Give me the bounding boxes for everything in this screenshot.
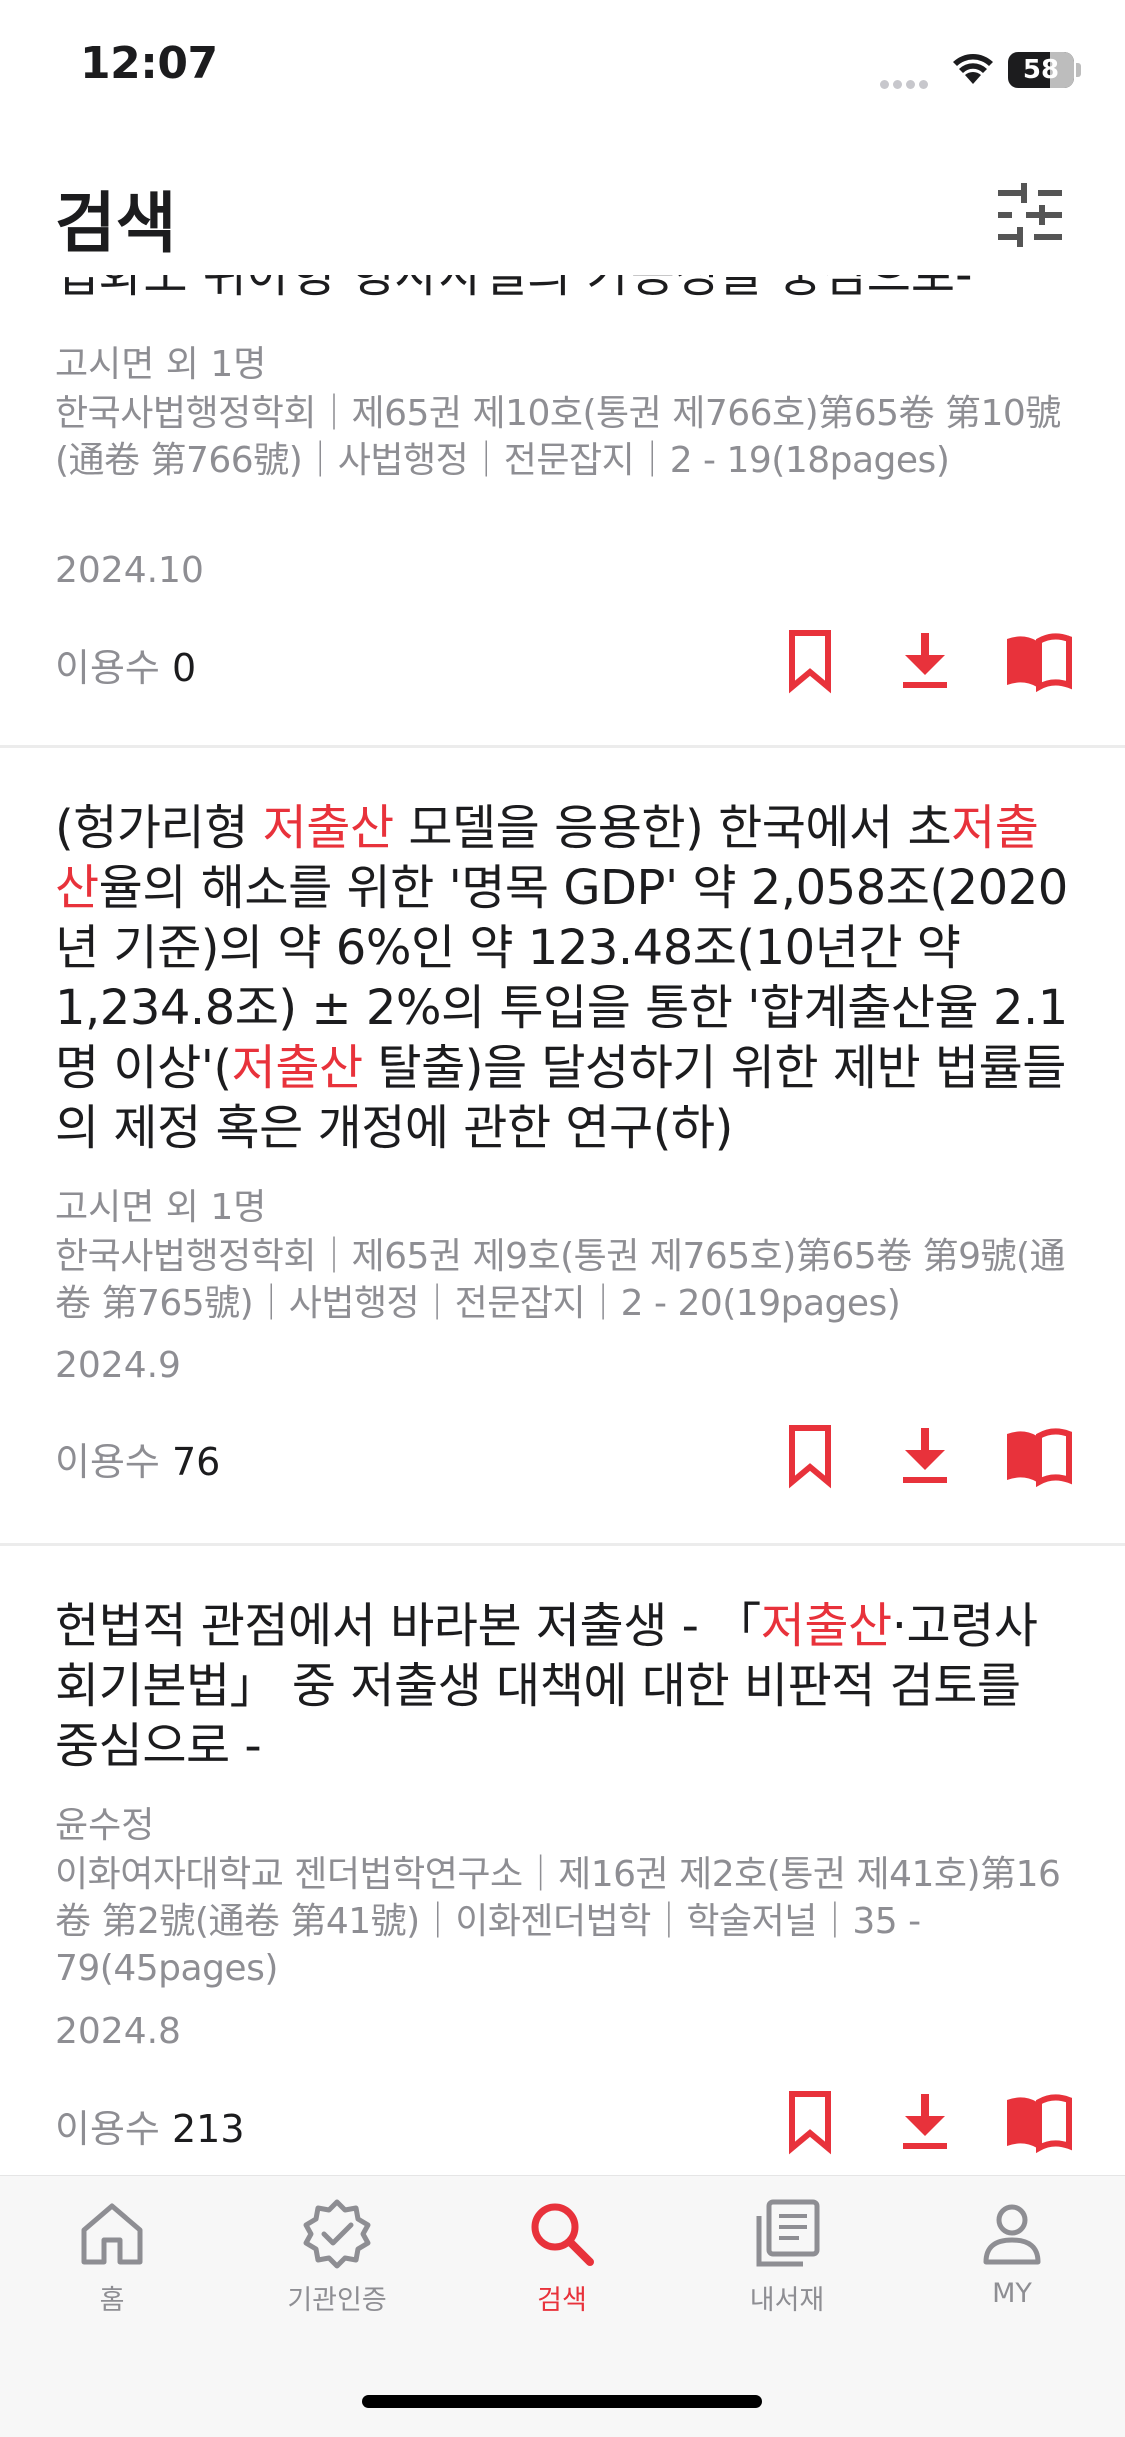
tab-label: 기관인증 bbox=[287, 2285, 387, 2316]
tab-label: 홈 bbox=[99, 2285, 125, 2316]
result-item[interactable]: 고시면 외 1명 한국사법행정학회｜제65권 제10호(통권 제766호)第65… bbox=[0, 275, 1125, 745]
title-text: (헝가리형 bbox=[55, 800, 263, 856]
result-date: 2024.8 bbox=[55, 2011, 181, 2052]
home-icon bbox=[81, 2203, 143, 2265]
result-item[interactable]: 헌법적 관점에서 바라본 저출생 - 「저출산·고령사회기본법」 중 저출생 대… bbox=[0, 1546, 1125, 2175]
result-author: 고시면 외 1명 bbox=[55, 344, 267, 385]
title-highlight: 저출산 bbox=[231, 1040, 363, 1096]
result-date: 2024.10 bbox=[55, 550, 204, 591]
title-highlight: 저출산 bbox=[760, 1598, 892, 1654]
search-icon bbox=[531, 2203, 594, 2266]
download-icon[interactable] bbox=[890, 2086, 960, 2156]
result-item[interactable]: (헝가리형 저출산 모델을 응용한) 한국에서 초저출산율의 해소를 위한 '명… bbox=[0, 748, 1125, 1543]
tab-verification[interactable]: 기관인증 bbox=[267, 2196, 407, 2346]
download-icon[interactable] bbox=[890, 625, 960, 695]
signal-dots-icon bbox=[880, 74, 932, 93]
result-meta: 한국사법행정학회｜제65권 제10호(통권 제766호)第65卷 第10號(通卷… bbox=[55, 393, 1061, 481]
result-author: 고시면 외 1명 bbox=[55, 1187, 267, 1228]
battery-tip bbox=[1076, 63, 1081, 77]
status-bar: 12:07 58 bbox=[0, 0, 1125, 140]
result-title[interactable]: 헌법적 관점에서 바라본 저출생 - 「저출산·고령사회기본법」 중 저출생 대… bbox=[55, 1596, 1075, 1776]
tab-library[interactable]: 내서재 bbox=[717, 2196, 857, 2346]
tab-label: 검색 bbox=[537, 2285, 587, 2316]
title-highlight: 저출산 bbox=[262, 800, 394, 856]
tab-my[interactable]: MY bbox=[942, 2196, 1082, 2346]
verified-badge-icon bbox=[303, 2199, 371, 2269]
person-icon bbox=[983, 2204, 1041, 2265]
result-actions bbox=[0, 2086, 1125, 2166]
result-actions bbox=[0, 625, 1125, 705]
result-meta: 이화여자대학교 젠더법학연구소｜제16권 제2호(통권 제41호)第16卷 第2… bbox=[55, 1854, 1061, 1989]
result-meta: 한국사법행정학회｜제65권 제9호(통권 제765호)第65卷 第9號(通卷 第… bbox=[55, 1236, 1066, 1324]
tab-search[interactable]: 검색 bbox=[492, 2196, 632, 2346]
open-book-icon[interactable] bbox=[1003, 1420, 1073, 1490]
tab-home[interactable]: 홈 bbox=[42, 2196, 182, 2346]
download-icon[interactable] bbox=[890, 1420, 960, 1490]
result-author: 윤수정 bbox=[55, 1805, 155, 1846]
result-actions bbox=[0, 1420, 1125, 1500]
battery-level: 58 bbox=[1022, 55, 1060, 85]
result-date: 2024.9 bbox=[55, 1345, 181, 1386]
page-title: 검색 bbox=[55, 185, 177, 262]
home-indicator[interactable] bbox=[362, 2395, 762, 2408]
battery-icon: 58 bbox=[1008, 52, 1074, 88]
result-title[interactable]: (헝가리형 저출산 모델을 응용한) 한국에서 초저출산율의 해소를 위한 '명… bbox=[55, 798, 1075, 1158]
open-book-icon[interactable] bbox=[1003, 2086, 1073, 2156]
results-list[interactable]: 입화도 위아형 형사사벌의 가능성을 중심으로- 고시면 외 1명 한국사법행정… bbox=[0, 275, 1125, 2175]
tab-label: MY bbox=[992, 2278, 1032, 2309]
open-book-icon[interactable] bbox=[1003, 625, 1073, 695]
tab-label: 내서재 bbox=[749, 2285, 825, 2316]
bookmark-icon[interactable] bbox=[775, 2086, 845, 2156]
status-time: 12:07 bbox=[80, 38, 218, 89]
search-header: 검색 bbox=[0, 140, 1125, 275]
title-text: 헌법적 관점에서 바라본 저출생 - 「 bbox=[55, 1598, 761, 1654]
bookmark-icon[interactable] bbox=[775, 625, 845, 695]
sliders-icon[interactable] bbox=[990, 175, 1070, 255]
title-text: 모델을 응용한) 한국에서 초 bbox=[393, 800, 952, 856]
library-icon bbox=[756, 2199, 820, 2267]
wifi-icon bbox=[953, 54, 993, 84]
bookmark-icon[interactable] bbox=[775, 1420, 845, 1490]
